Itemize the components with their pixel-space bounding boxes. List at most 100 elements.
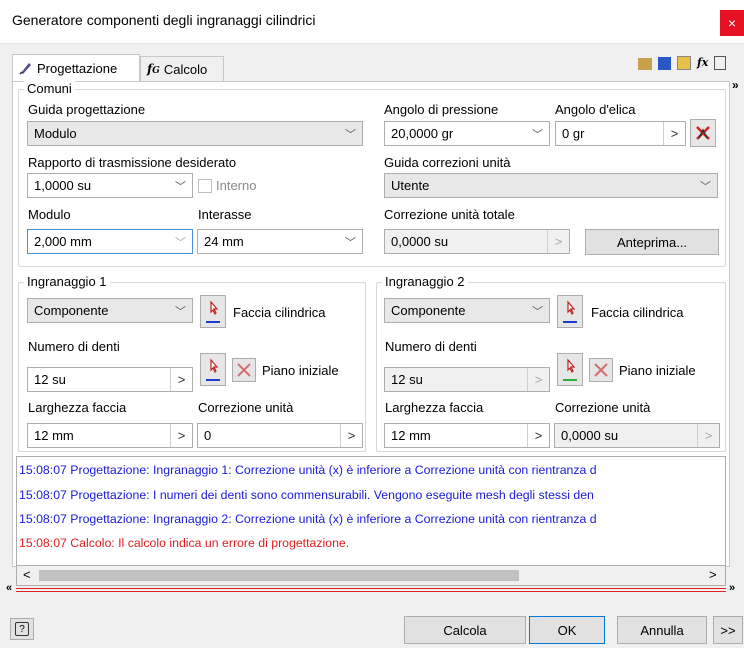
select-arrow-icon bbox=[206, 299, 220, 323]
helix-angle-input[interactable]: 0 gr > bbox=[555, 121, 686, 146]
select-arrow-icon bbox=[206, 357, 220, 381]
collapse-up-icon[interactable]: « bbox=[6, 582, 12, 594]
unit-correction-guide-select[interactable]: Utente ﹀ bbox=[384, 173, 718, 198]
module-label: Modulo bbox=[28, 207, 71, 222]
gear1-type-select[interactable]: Componente ﹀ bbox=[27, 298, 193, 323]
folder-icon[interactable] bbox=[638, 58, 652, 70]
chevron-down-icon: ﹀ bbox=[345, 237, 356, 249]
center-distance-label: Interasse bbox=[198, 207, 252, 222]
spin-arrow-icon: > bbox=[547, 230, 569, 253]
chevron-down-icon: ﹀ bbox=[175, 181, 186, 193]
splitter-bar[interactable] bbox=[16, 588, 726, 592]
scrollbar-thumb[interactable] bbox=[39, 570, 519, 581]
flip-cross-icon bbox=[594, 363, 608, 377]
gear1-cylindrical-face-button[interactable] bbox=[200, 295, 226, 328]
gear1-unit-correction-label: Correzione unità bbox=[198, 400, 294, 415]
chevron-down-icon: ﹀ bbox=[532, 306, 543, 318]
design-guide-select[interactable]: Modulo ﹀ bbox=[27, 121, 363, 146]
design-pencil-icon bbox=[19, 63, 31, 75]
module-select[interactable]: 2,000 mm ﹀ bbox=[27, 229, 193, 254]
gear-ratio-label: Rapporto di trasmissione desiderato bbox=[28, 155, 237, 170]
group-label: Ingranaggio 1 bbox=[24, 274, 110, 289]
log-line: 15:08:07 Progettazione: I numeri dei den… bbox=[19, 488, 594, 502]
gear2-start-plane-button[interactable] bbox=[557, 353, 583, 386]
save-icon[interactable] bbox=[658, 57, 671, 70]
gear1-unit-correction-input[interactable]: 0 > bbox=[197, 423, 363, 448]
gear1-teeth-input[interactable]: 12 su > bbox=[27, 367, 193, 392]
helix-angle-label: Angolo d'elica bbox=[555, 102, 636, 117]
spin-arrow-icon: > bbox=[527, 368, 549, 391]
spin-arrow-icon[interactable]: > bbox=[527, 424, 549, 447]
flip-cross-icon bbox=[237, 363, 251, 377]
log-line: 15:08:07 Progettazione: Ingranaggio 1: C… bbox=[19, 463, 597, 477]
expand-right-icon[interactable]: » bbox=[732, 78, 739, 92]
center-distance-select[interactable]: 24 mm ﹀ bbox=[197, 229, 363, 254]
gear1-flip-button[interactable] bbox=[232, 358, 256, 382]
more-button[interactable]: >> bbox=[713, 616, 743, 644]
group-label: Comuni bbox=[24, 81, 75, 96]
fx-icon[interactable]: fx bbox=[697, 56, 708, 70]
gear2-face-width-label: Larghezza faccia bbox=[385, 400, 484, 415]
gear2-start-plane-label: Piano iniziale bbox=[619, 363, 696, 378]
close-button[interactable]: × bbox=[720, 10, 744, 36]
window-title: Generatore componenti degli ingranaggi c… bbox=[12, 12, 316, 28]
spin-arrow-icon[interactable]: > bbox=[170, 368, 192, 391]
helix-cross-icon bbox=[696, 126, 710, 140]
chevron-down-icon: ﹀ bbox=[700, 181, 711, 193]
gear2-type-select[interactable]: Componente ﹀ bbox=[384, 298, 550, 323]
spin-arrow-icon[interactable]: > bbox=[170, 424, 192, 447]
total-unit-correction-label: Correzione unità totale bbox=[384, 207, 515, 222]
preview-button[interactable]: Anteprima... bbox=[585, 229, 719, 255]
expand-right-icon[interactable]: » bbox=[729, 582, 735, 594]
document-icon[interactable] bbox=[714, 56, 727, 70]
fx-icon: fG bbox=[147, 62, 160, 76]
total-unit-correction-input: 0,0000 su > bbox=[384, 229, 570, 254]
unit-correction-guide-label: Guida correzioni unità bbox=[384, 155, 511, 170]
log-line: 15:08:07 Calcolo: Il calcolo indica un e… bbox=[19, 536, 350, 550]
tab-progettazione[interactable]: Progettazione bbox=[12, 54, 140, 81]
pressure-angle-select[interactable]: 20,0000 gr ﹀ bbox=[384, 121, 550, 146]
gear1-start-plane-label: Piano iniziale bbox=[262, 363, 339, 378]
gear2-flip-button[interactable] bbox=[589, 358, 613, 382]
internal-checkbox[interactable] bbox=[198, 179, 212, 193]
ok-button[interactable]: OK bbox=[529, 616, 605, 644]
spin-arrow-icon[interactable]: > bbox=[663, 122, 685, 145]
spin-arrow-icon: > bbox=[697, 424, 719, 447]
cancel-button[interactable]: Annulla bbox=[617, 616, 707, 644]
gear2-teeth-input: 12 su > bbox=[384, 367, 550, 392]
chevron-down-icon: ﹀ bbox=[532, 129, 543, 141]
gear1-face-width-label: Larghezza faccia bbox=[28, 400, 127, 415]
select-arrow-icon bbox=[563, 299, 577, 323]
gear1-cylindrical-face-label: Faccia cilindrica bbox=[233, 305, 326, 320]
gear1-face-width-input[interactable]: 12 mm > bbox=[27, 423, 193, 448]
help-button[interactable]: ? bbox=[10, 618, 34, 640]
chevron-down-icon: ﹀ bbox=[175, 306, 186, 318]
gear2-unit-correction-input: 0,0000 su > bbox=[554, 423, 720, 448]
gear1-start-plane-button[interactable] bbox=[200, 353, 226, 386]
spin-arrow-icon[interactable]: > bbox=[340, 424, 362, 447]
tab-calcolo[interactable]: fG Calcolo bbox=[140, 56, 224, 81]
toolbar: fx bbox=[638, 56, 727, 70]
title-bar: Generatore componenti degli ingranaggi c… bbox=[0, 0, 744, 44]
gear2-face-width-input[interactable]: 12 mm > bbox=[384, 423, 550, 448]
gear2-cylindrical-face-label: Faccia cilindrica bbox=[591, 305, 684, 320]
chevron-down-icon: ﹀ bbox=[175, 237, 186, 249]
tab-label: Progettazione bbox=[37, 60, 118, 76]
horizontal-scrollbar[interactable]: < > bbox=[16, 566, 726, 586]
gear2-cylindrical-face-button[interactable] bbox=[557, 295, 583, 328]
pressure-angle-label: Angolo di pressione bbox=[384, 102, 499, 117]
message-log[interactable]: 15:08:07 Progettazione: Ingranaggio 1: C… bbox=[16, 456, 726, 566]
tab-label: Calcolo bbox=[163, 61, 208, 77]
open-file-icon[interactable] bbox=[677, 56, 691, 70]
help-icon: ? bbox=[15, 622, 29, 636]
close-icon: × bbox=[727, 15, 737, 31]
helix-direction-button[interactable] bbox=[690, 119, 716, 147]
gear2-unit-correction-label: Correzione unità bbox=[555, 400, 651, 415]
log-line: 15:08:07 Progettazione: Ingranaggio 2: C… bbox=[19, 512, 597, 526]
select-arrow-icon bbox=[563, 357, 577, 381]
gear-ratio-select[interactable]: 1,0000 su ﹀ bbox=[27, 173, 193, 198]
design-guide-label: Guida progettazione bbox=[28, 102, 146, 117]
arrow-right-icon[interactable]: > bbox=[709, 567, 717, 582]
arrow-left-icon[interactable]: < bbox=[23, 567, 31, 582]
calculate-button[interactable]: Calcola bbox=[404, 616, 526, 644]
